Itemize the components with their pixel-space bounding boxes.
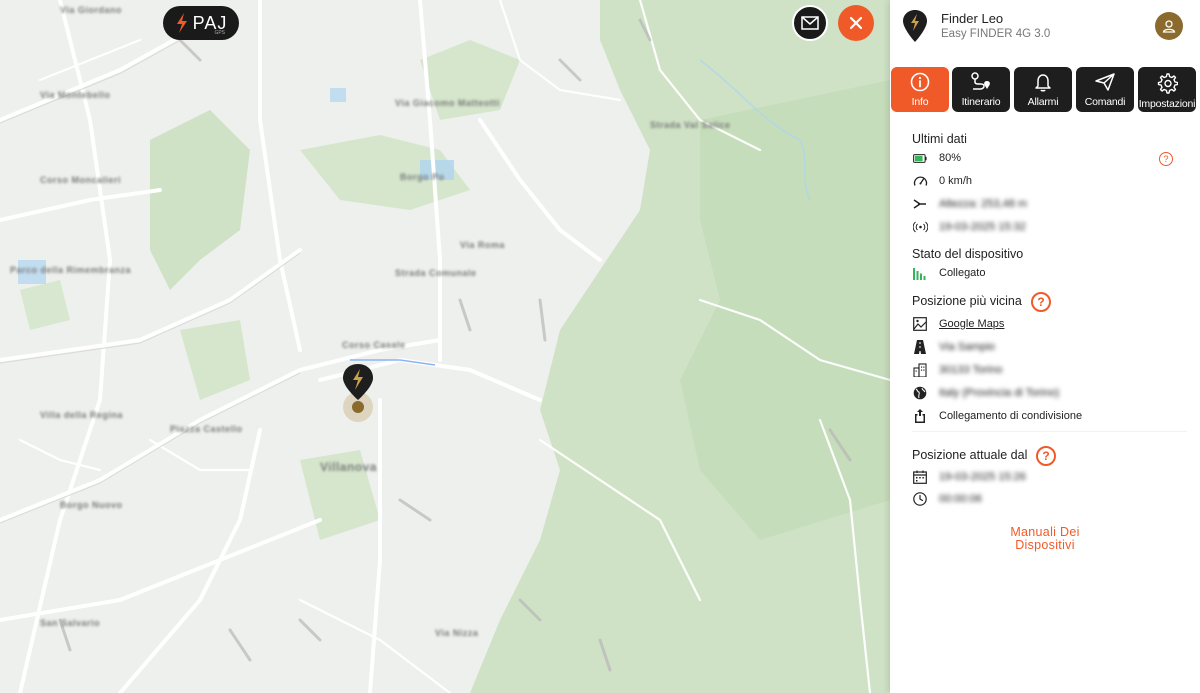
tab-label: Allarmi	[1027, 96, 1059, 108]
map-view[interactable]: Via Giordano Via Montebello Corso Moncal…	[0, 0, 890, 693]
bell-icon	[1035, 74, 1051, 92]
paj-logo: PAJ GPS	[163, 6, 239, 40]
map-label: Via Roma	[460, 240, 505, 250]
city-buildings-icon	[912, 362, 928, 378]
current-position-help-button[interactable]: ?	[1036, 446, 1056, 466]
battery-icon	[912, 150, 928, 166]
altitude-row: Altezza: 253,48 m	[912, 195, 1027, 213]
route-icon	[971, 72, 990, 90]
map-label: Via Montebello	[40, 90, 111, 100]
tab-comandi[interactable]: Comandi	[1076, 67, 1134, 112]
signal-antenna-icon	[912, 219, 928, 235]
position-date-value: 19-03-2025 15:26	[939, 471, 1026, 483]
map-label: Corso Casale	[342, 340, 406, 350]
map-image-icon	[912, 316, 928, 332]
bolt-logo-icon	[176, 13, 187, 33]
mail-button[interactable]	[792, 5, 828, 41]
signal-bars-icon	[912, 265, 928, 281]
speedometer-icon	[912, 173, 928, 189]
last-data-help-button[interactable]: ?	[1159, 152, 1173, 166]
map-label: Villa della Regina	[40, 410, 123, 420]
map-label: Corso Moncalieri	[40, 175, 122, 185]
tab-label: Comandi	[1084, 96, 1126, 108]
close-button[interactable]	[838, 5, 874, 41]
tab-bar: Info Itinerario Allarmi Comandi Impostaz…	[890, 67, 1200, 113]
device-pin-icon	[903, 10, 927, 42]
share-icon	[912, 408, 928, 424]
mail-icon	[801, 16, 819, 30]
position-duration-row: 00:00:06	[912, 490, 982, 508]
tab-allarmi[interactable]: Allarmi	[1014, 67, 1072, 112]
user-avatar-button[interactable]	[1155, 12, 1183, 40]
street-row: Via Sampio	[912, 338, 995, 356]
region-row: Italy (Provincia di Torino)	[912, 384, 1059, 402]
map-label: San Salvario	[40, 618, 101, 628]
manuals-line-2: Dispositivi	[1015, 538, 1075, 552]
section-title-nearest: Posizione più vicina	[912, 294, 1022, 308]
device-manuals-link[interactable]: Manuali Dei Dispositivi	[890, 526, 1200, 552]
section-title-current-position: Posizione attuale dal	[912, 448, 1028, 462]
close-icon	[849, 16, 863, 30]
map-label: Via Giacomo Matteotti	[395, 98, 500, 108]
connection-status: Collegato	[939, 267, 986, 279]
tab-itinerario[interactable]: Itinerario	[952, 67, 1010, 112]
user-icon	[1162, 20, 1176, 33]
logo-subtext: GPS	[214, 30, 225, 36]
tab-label: Itinerario	[961, 96, 1001, 108]
battery-value: 80%	[939, 152, 962, 164]
map-label: Via Nizza	[435, 628, 479, 638]
map-label: Parco della Rimembranza	[10, 265, 132, 275]
google-maps-row: Google Maps	[912, 315, 1004, 333]
position-date-row: 19-03-2025 15:26	[912, 468, 1026, 486]
battery-row: 80%	[912, 149, 961, 167]
speed-row: 0 km/h	[912, 172, 972, 190]
speed-value: 0 km/h	[939, 175, 973, 187]
section-title-last-data: Ultimi dati	[912, 132, 967, 146]
device-header: Finder Leo Easy FINDER 4G 3.0	[890, 0, 1200, 62]
device-marker[interactable]	[340, 362, 378, 424]
tab-impostazioni[interactable]: Impostazioni	[1138, 67, 1196, 112]
tab-info[interactable]: Info	[891, 67, 949, 112]
timestamp-value: 19-03-2025 15:32	[939, 221, 1026, 233]
device-panel: Finder Leo Easy FINDER 4G 3.0 Info Itine…	[890, 0, 1200, 693]
map-label: Villanova	[320, 460, 377, 474]
map-label: Borgo Po	[400, 172, 445, 182]
calendar-icon	[912, 469, 928, 485]
altitude-value: Altezza: 253,48 m	[939, 198, 1028, 210]
globe-icon	[912, 385, 928, 401]
share-link-label: Collegamento di condivisione	[939, 410, 1083, 422]
send-icon	[1095, 73, 1115, 91]
position-duration-value: 00:00:06	[939, 493, 982, 505]
device-model: Easy FINDER 4G 3.0	[941, 28, 1051, 40]
nearest-help-button[interactable]: ?	[1031, 292, 1051, 312]
device-name: Finder Leo	[941, 11, 1004, 26]
timestamp-row: 19-03-2025 15:32	[912, 218, 1026, 236]
share-row[interactable]: Collegamento di condivisione	[912, 407, 1082, 425]
road-icon	[912, 339, 928, 355]
tab-label: Info	[911, 96, 929, 108]
clock-icon	[912, 491, 928, 507]
connection-row: Collegato	[912, 264, 985, 282]
map-pin-icon	[343, 364, 373, 422]
map-label: Strada Comunale	[395, 268, 477, 278]
map-label: Borgo Nuovo	[60, 500, 123, 510]
google-maps-link[interactable]: Google Maps	[939, 318, 1004, 330]
city-value: 30133 Torino	[939, 364, 1003, 376]
region-value: Italy (Provincia di Torino)	[939, 387, 1060, 399]
section-divider	[912, 431, 1187, 432]
map-label: Strada Val Salice	[650, 120, 731, 130]
info-icon	[910, 72, 930, 92]
city-row: 30133 Torino	[912, 361, 1002, 379]
map-label: Piazza Castello	[170, 424, 243, 434]
street-value: Via Sampio	[939, 341, 996, 353]
tab-label: Impostazioni	[1138, 98, 1196, 110]
gear-icon	[1157, 73, 1178, 94]
altitude-icon	[912, 196, 928, 212]
map-label: Via Giordano	[60, 5, 122, 15]
section-title-device-state: Stato del dispositivo	[912, 247, 1024, 261]
